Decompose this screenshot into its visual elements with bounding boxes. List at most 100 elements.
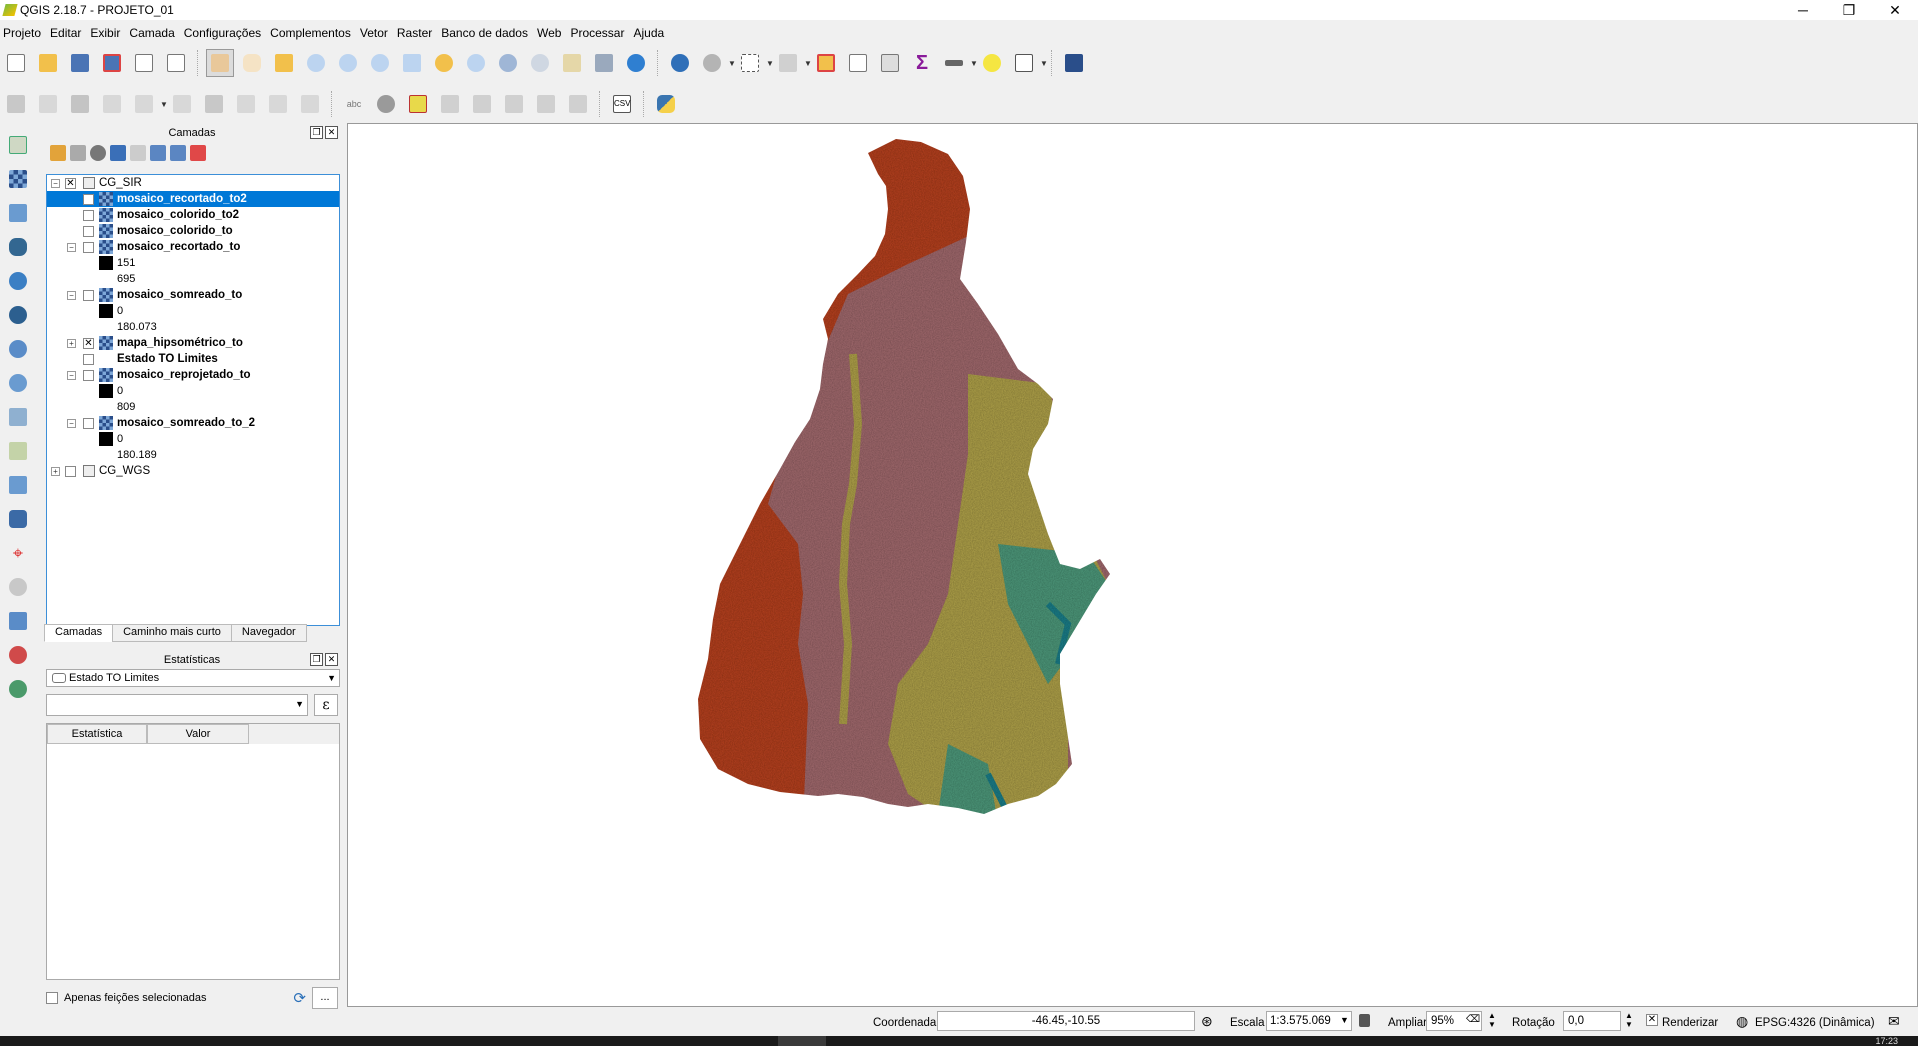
menu-camada[interactable]: Camada (126, 26, 180, 40)
new-bookmark-button[interactable] (558, 49, 586, 77)
expression-button[interactable]: ε (314, 694, 338, 716)
expand-toggle-icon[interactable]: + (67, 338, 76, 348)
field-calculator-button[interactable] (876, 49, 904, 77)
select-by-expression-button[interactable] (774, 49, 802, 77)
layer-style-button[interactable] (372, 90, 400, 118)
zoom-in-button[interactable] (302, 49, 330, 77)
show-hide-labels-button[interactable] (468, 90, 496, 118)
pan-map-button[interactable] (238, 49, 266, 77)
only-selected-checkbox[interactable] (46, 992, 58, 1004)
layer-select[interactable]: Estado TO Limites ▼ (46, 669, 340, 687)
add-raster-layer-button[interactable] (4, 165, 32, 193)
layer-visibility-checkbox[interactable]: ✕ (65, 177, 76, 189)
chevron-down-icon[interactable]: ▼ (1040, 49, 1048, 77)
layer-tree-row[interactable]: − mosaico_somreado_to (47, 287, 339, 303)
zoom-full-button[interactable] (398, 49, 426, 77)
add-vector-layer-button[interactable] (4, 131, 32, 159)
statistics-table[interactable]: Estatística Valor (46, 723, 340, 980)
select-features-button[interactable] (736, 49, 764, 77)
menu-vetor[interactable]: Vetor (357, 26, 394, 40)
layer-tree-row[interactable]: − mosaico_reprojetado_to (47, 367, 339, 383)
layer-visibility-checkbox[interactable] (83, 417, 94, 429)
save-as-button[interactable] (98, 49, 126, 77)
touch-zoom-pan-button[interactable] (206, 49, 234, 77)
python-console-button[interactable] (652, 90, 680, 118)
add-gps-button[interactable] (4, 573, 32, 601)
menu-processar[interactable]: Processar (567, 26, 630, 40)
georeferencer-button[interactable]: ⌖ (4, 539, 32, 567)
add-wfs-layer-button[interactable] (4, 335, 32, 363)
toggle-editing-button[interactable] (34, 90, 62, 118)
zoom-to-selection-button[interactable] (430, 49, 458, 77)
close-button[interactable]: ✕ (1872, 0, 1918, 20)
layer-tree-row[interactable]: Estado TO Limites (47, 351, 339, 367)
chevron-down-icon[interactable]: ▼ (160, 90, 168, 118)
copy-features-button[interactable] (264, 90, 292, 118)
add-group-icon[interactable] (70, 145, 86, 161)
map-canvas[interactable] (347, 123, 1918, 1007)
legend-item-row[interactable]: 809 (47, 399, 339, 415)
refresh-button[interactable] (622, 49, 650, 77)
layer-labeling-button[interactable]: abc (340, 90, 368, 118)
map-tips-button[interactable] (978, 49, 1006, 77)
layer-visibility-checkbox[interactable] (83, 353, 94, 365)
add-wms-layer-button[interactable] (4, 267, 32, 295)
refresh-icon[interactable]: ⟳ (293, 989, 306, 1007)
add-db2-button[interactable] (4, 675, 32, 703)
crs-button[interactable]: EPSG:4326 (Dinâmica) (1755, 1017, 1875, 1029)
text-annotation-button[interactable] (1010, 49, 1038, 77)
layer-visibility-checkbox[interactable] (83, 225, 94, 237)
change-label-button[interactable] (564, 90, 592, 118)
add-postgis-layer-button[interactable] (4, 233, 32, 261)
layer-group-row[interactable]: − ✕ CG_SIR (47, 175, 339, 191)
menu-raster[interactable]: Raster (394, 26, 438, 40)
deselect-all-button[interactable] (812, 49, 840, 77)
legend-item-row[interactable]: 695 (47, 271, 339, 287)
zoom-out-button[interactable] (334, 49, 362, 77)
legend-item-row[interactable]: 0 (47, 303, 339, 319)
manage-visibility-icon[interactable] (90, 145, 106, 161)
legend-item-row[interactable]: 0 (47, 431, 339, 447)
menu-editar[interactable]: Editar (47, 26, 87, 40)
expand-toggle-icon[interactable]: − (67, 418, 76, 428)
add-spatialite-layer-button[interactable] (4, 199, 32, 227)
menu-web[interactable]: Web (534, 26, 567, 40)
help-button[interactable] (1060, 49, 1088, 77)
pan-to-selection-button[interactable] (270, 49, 298, 77)
menu-ajuda[interactable]: Ajuda (630, 26, 670, 40)
layer-tree-row[interactable]: − mosaico_somreado_to_2 (47, 415, 339, 431)
menu-exibir[interactable]: Exibir (87, 26, 126, 40)
expand-toggle-icon[interactable]: − (67, 242, 76, 252)
add-feature-button[interactable] (98, 90, 126, 118)
more-options-button[interactable]: ... (312, 987, 338, 1009)
add-mssql-button[interactable] (4, 641, 32, 669)
close-panel-button[interactable]: ✕ (325, 126, 338, 139)
save-project-button[interactable] (66, 49, 94, 77)
legend-item-row[interactable]: 0 (47, 383, 339, 399)
crs-globe-icon[interactable]: ◍ (1736, 1013, 1748, 1030)
tab-camadas[interactable]: Camadas (44, 624, 114, 642)
statistics-button[interactable]: Σ (908, 49, 936, 77)
menu-complementos[interactable]: Complementos (267, 26, 357, 40)
node-tool-button[interactable] (168, 90, 196, 118)
taskbar-qgis-item[interactable] (778, 1036, 826, 1046)
clear-icon[interactable]: ⌫ (1466, 1014, 1480, 1025)
move-feature-button[interactable] (130, 90, 158, 118)
chevron-down-icon[interactable]: ▼ (804, 49, 812, 77)
layer-group-row[interactable]: + CG_WGS (47, 463, 339, 479)
cut-features-button[interactable] (232, 90, 260, 118)
expand-toggle-icon[interactable]: − (51, 178, 60, 188)
new-print-composer-button[interactable] (130, 49, 158, 77)
messages-icon[interactable]: ✉ (1888, 1013, 1900, 1030)
layer-tree[interactable]: − ✕ CG_SIR ✕ mosaico_recortado_to2 mosaico_co… (46, 174, 340, 626)
add-oracle-button[interactable] (4, 607, 32, 635)
add-csv-button[interactable]: CSV (608, 90, 636, 118)
measure-button[interactable] (940, 49, 968, 77)
highlight-pinned-labels-button[interactable] (404, 90, 432, 118)
chevron-down-icon[interactable]: ▼ (766, 49, 774, 77)
chevron-down-icon[interactable]: ▼ (728, 49, 736, 77)
chevron-down-icon[interactable]: ▼ (1340, 1015, 1349, 1025)
run-action-button[interactable] (698, 49, 726, 77)
minimize-button[interactable]: ─ (1780, 0, 1826, 20)
layer-tree-row[interactable]: mosaico_colorido_to (47, 223, 339, 239)
